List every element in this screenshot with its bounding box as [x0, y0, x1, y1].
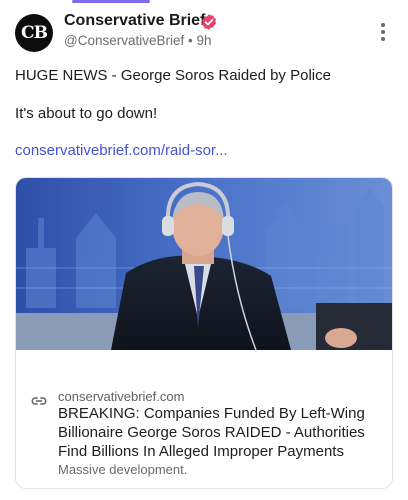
meta-separator: • — [188, 33, 193, 48]
post-time[interactable]: 9h — [197, 33, 212, 48]
link-preview-image[interactable] — [16, 178, 392, 350]
active-tab-indicator — [72, 0, 150, 3]
link-card-title[interactable]: BREAKING: Companies Funded By Left-Wing … — [58, 404, 378, 461]
author-handle[interactable]: @ConservativeBrief — [64, 33, 184, 48]
link-card-domain: conservativebrief.com — [58, 389, 185, 404]
post-header: CB Conservative Brief @ConservativeBrief… — [0, 10, 408, 58]
author-meta: @ConservativeBrief • 9h — [64, 33, 212, 48]
post-text-line-1: HUGE NEWS - George Soros Raided by Polic… — [15, 67, 331, 84]
more-options-icon[interactable] — [380, 23, 386, 43]
link-preview-card[interactable]: conservativebrief.com BREAKING: Companie… — [15, 177, 393, 489]
avatar-initials: CB — [21, 23, 48, 43]
avatar[interactable]: CB — [15, 14, 53, 52]
author-name[interactable]: Conservative Brief — [64, 12, 205, 30]
verified-badge-icon — [201, 14, 217, 30]
post-text-line-2: It's about to go down! — [15, 105, 158, 122]
post-link[interactable]: conservativebrief.com/raid-sor... — [15, 142, 228, 159]
link-icon — [31, 397, 47, 405]
link-card-description: Massive development. — [58, 462, 188, 477]
